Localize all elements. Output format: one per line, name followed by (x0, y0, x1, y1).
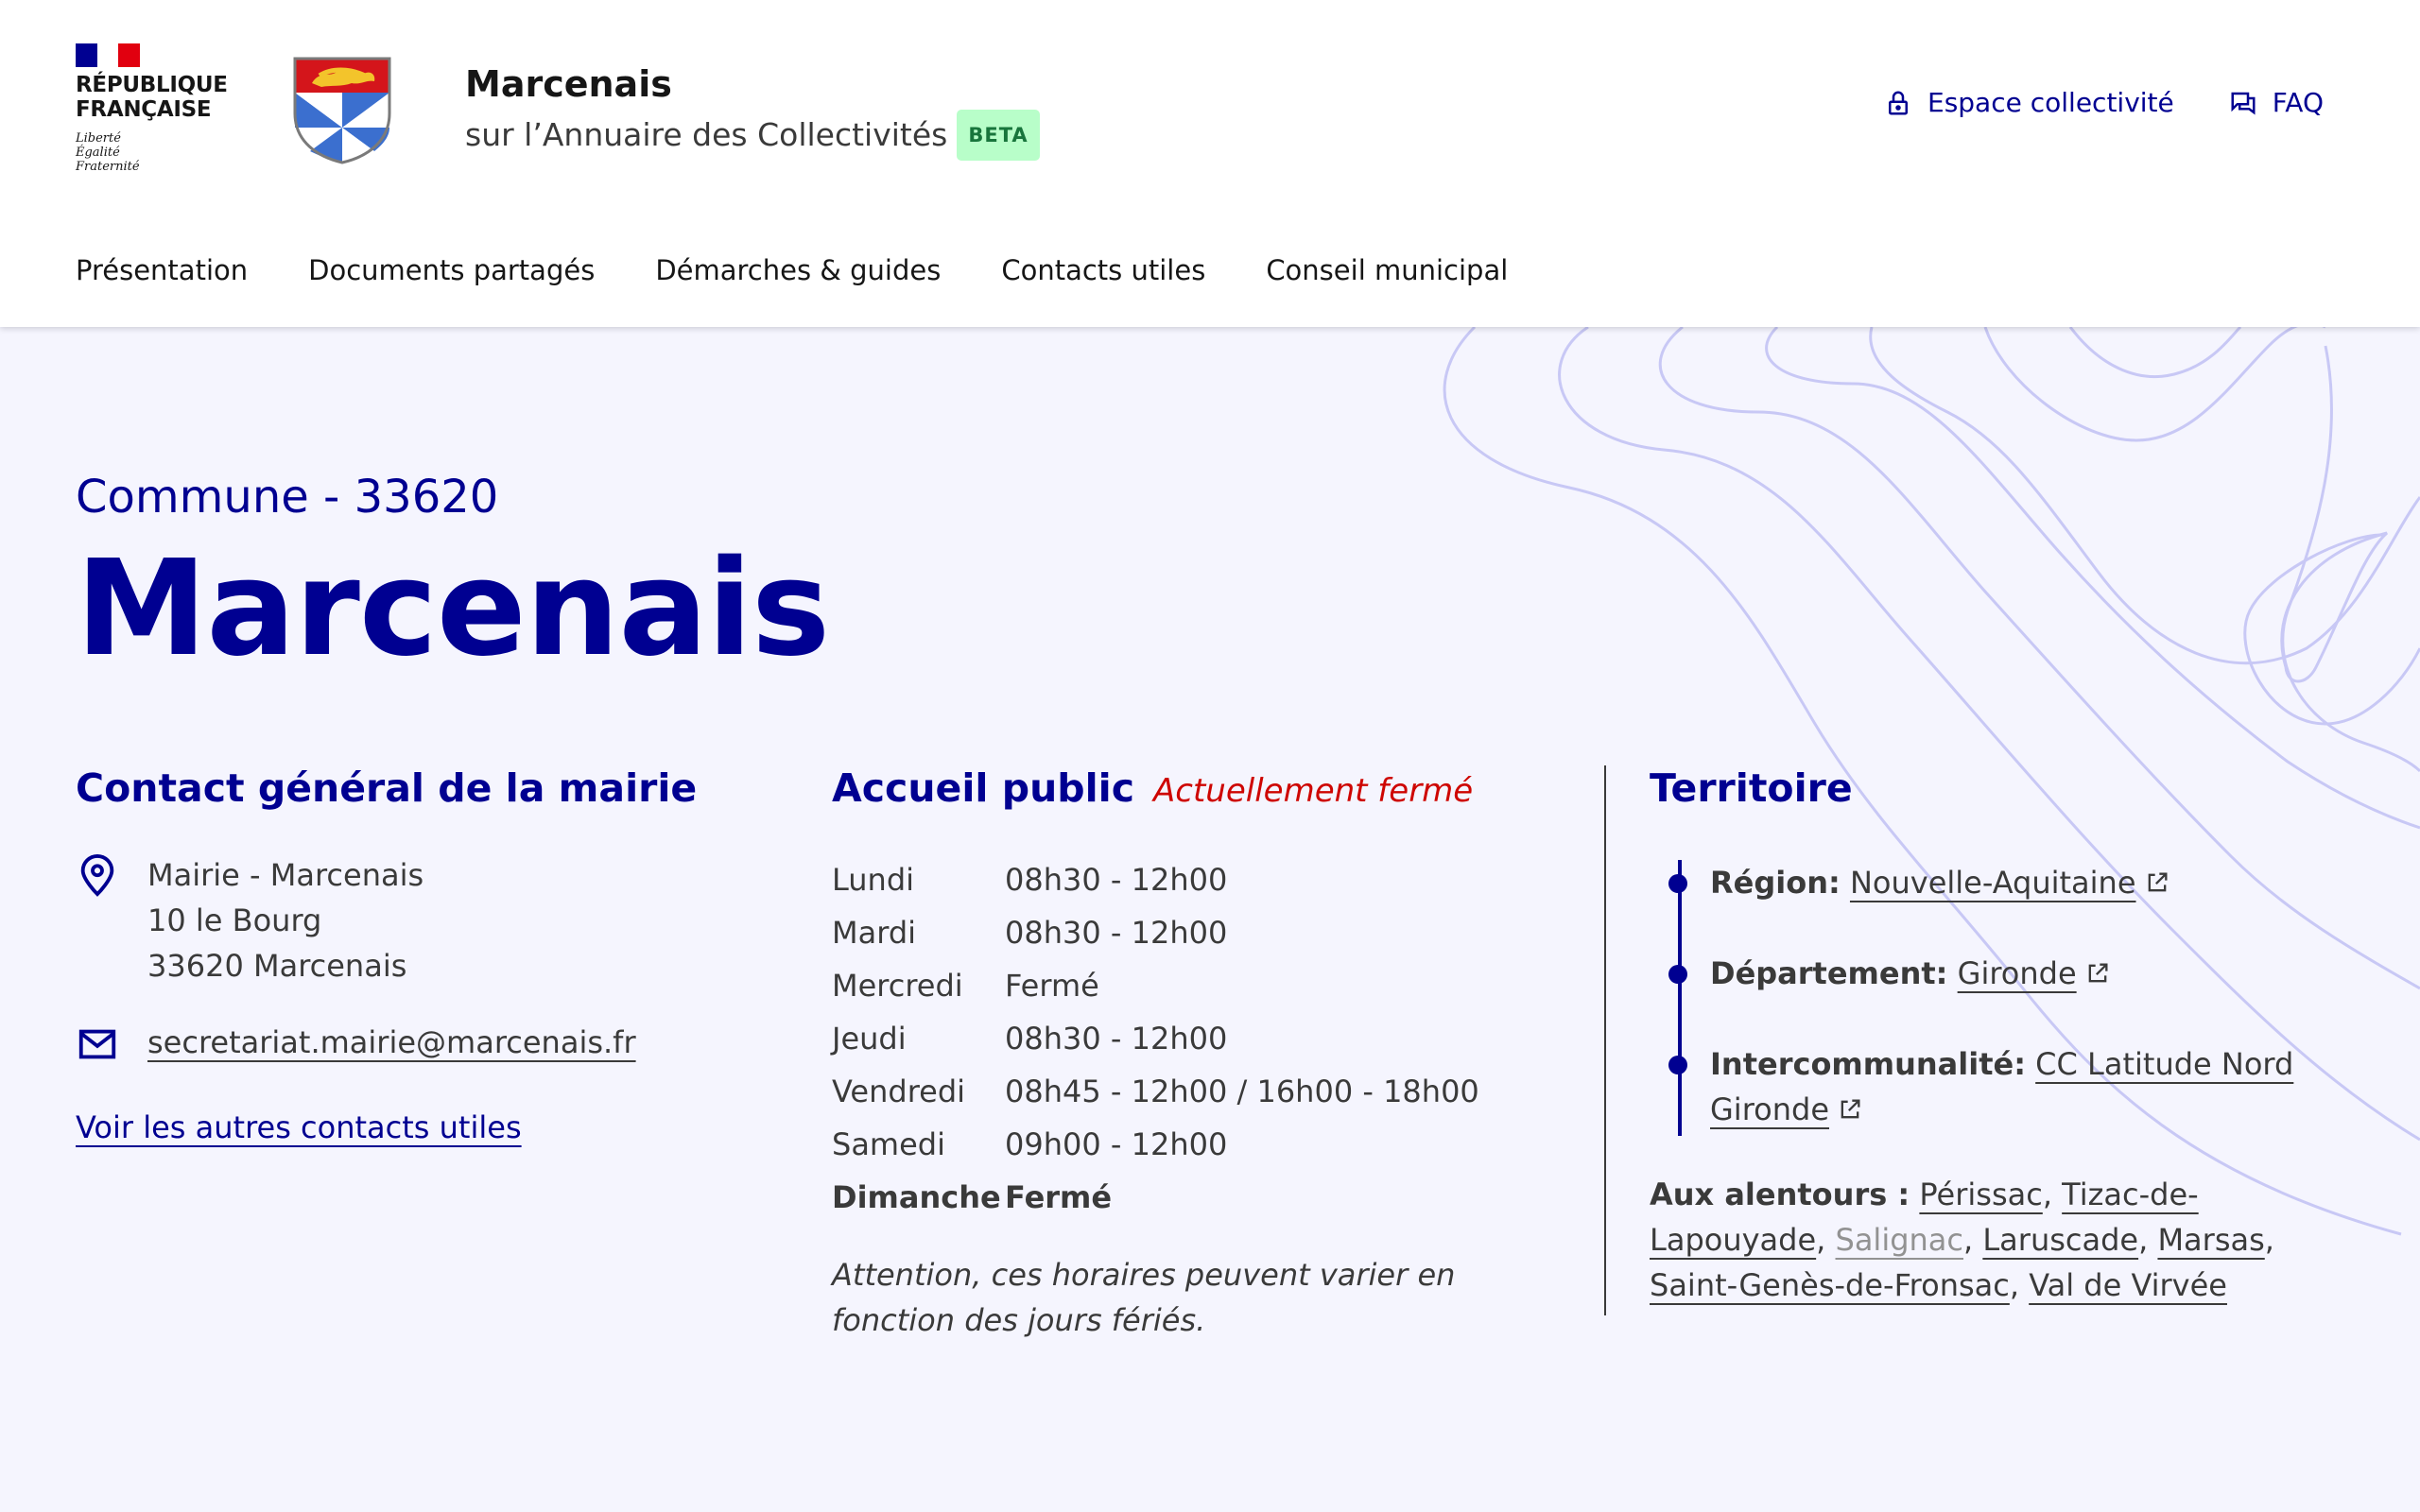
hours-value: 09h00 - 12h00 (1005, 1126, 1228, 1162)
column-divider (1604, 765, 1606, 1315)
hours-day: Dimanche (832, 1179, 1001, 1215)
departement-name: Gironde (1957, 955, 2077, 991)
departement-link[interactable]: Gironde (1958, 955, 2111, 991)
territoire-section: Territoire Région: Nouvelle-Aquitaine Dé… (1650, 762, 2340, 1308)
header-tools: Espace collectivité FAQ (1884, 87, 2324, 118)
chat-icon (2231, 92, 2256, 114)
intercommunalite-label: Intercommunalité: (1710, 1046, 2026, 1082)
email-row: secretariat.mairie@marcenais.fr (76, 1021, 737, 1066)
hours-day: Mercredi (832, 968, 963, 1004)
mairie-address: Mairie - Marcenais 10 le Bourg 33620 Mar… (147, 852, 424, 988)
email-link[interactable]: secretariat.mairie@marcenais.fr (147, 1021, 636, 1066)
region-link[interactable]: Nouvelle-Aquitaine (1850, 865, 2170, 901)
nearby-commune-link[interactable]: Salignac (1836, 1222, 1964, 1258)
address-line: 10 le Bourg (147, 902, 322, 938)
address-line: Mairie - Marcenais (147, 857, 424, 893)
hours-value: Fermé (1005, 1179, 1113, 1215)
accueil-title: Accueil public (832, 765, 1135, 811)
hours-day: Mardi (832, 915, 917, 951)
intercommunalite-item: Intercommunalité: CC Latitude Nord Giron… (1668, 1041, 2340, 1132)
address-line: 33620 Marcenais (147, 948, 407, 984)
french-flag-icon (76, 43, 141, 67)
main-nav: Présentation Documents partagés Démarche… (76, 248, 1568, 293)
mail-icon (78, 1029, 116, 1059)
nearby-commune-link[interactable]: Périssac (1919, 1177, 2042, 1212)
brand[interactable]: Marcenais sur l’Annuaire des Collectivit… (465, 60, 1040, 161)
opening-status: Actuellement fermé (1153, 772, 1474, 810)
nav-item-demarches-guides[interactable]: Démarches & guides (655, 248, 941, 293)
hours-day: Lundi (832, 862, 915, 898)
external-link-icon (2088, 963, 2108, 983)
hours-day: Vendredi (832, 1074, 966, 1109)
hours-day: Jeudi (832, 1021, 907, 1057)
region-item: Région: Nouvelle-Aquitaine (1668, 860, 2340, 905)
nearby-label: Aux alentours : (1650, 1177, 1910, 1212)
faq-link[interactable]: FAQ (2229, 87, 2324, 118)
hours-day: Samedi (832, 1126, 945, 1162)
hours-row-current: Dimanche Fermé (832, 1171, 1588, 1224)
nav-item-conseil-municipal[interactable]: Conseil municipal (1266, 248, 1508, 293)
hours-row: Samedi 09h00 - 12h00 (832, 1118, 1588, 1171)
departement-item: Département: Gironde (1668, 951, 2340, 996)
lock-icon (1889, 91, 1908, 114)
hours-value: Fermé (1005, 968, 1099, 1004)
hours-row: Mardi 08h30 - 12h00 (832, 906, 1588, 959)
nearby-commune-link[interactable]: Marsas (2157, 1222, 2264, 1258)
hours-value: 08h30 - 12h00 (1005, 862, 1228, 898)
external-link-icon (2148, 872, 2168, 892)
espace-collectivite-label: Espace collectivité (1927, 87, 2174, 118)
hours-row: Jeudi 08h30 - 12h00 (832, 1012, 1588, 1065)
territoire-title: Territoire (1650, 765, 1853, 811)
espace-collectivite-link[interactable]: Espace collectivité (1884, 87, 2174, 118)
site-header: RÉPUBLIQUE FRANÇAISE Liberté Égalité Fra… (0, 0, 2420, 327)
other-contacts-link[interactable]: Voir les autres contacts utiles (76, 1109, 737, 1145)
region-label: Région: (1710, 865, 1841, 901)
contact-title: Contact général de la mairie (76, 765, 698, 811)
contact-section: Contact général de la mairie Mairie - Ma… (76, 762, 737, 1145)
nearby-communes: Aux alentours : Périssac, Tizac-de-Lapou… (1650, 1177, 2274, 1303)
hours-value: 08h30 - 12h00 (1005, 1021, 1228, 1057)
opening-hours: Lundi 08h30 - 12h00 Mardi 08h30 - 12h00 Me… (832, 853, 1588, 1224)
hours-row: Mercredi Fermé (832, 959, 1588, 1012)
nearby-commune-link[interactable]: Laruscade (1982, 1222, 2138, 1258)
page-title: Marcenais (76, 532, 830, 686)
external-link-icon (1841, 1099, 1860, 1119)
nearby-commune-link[interactable]: Saint-Genès-de-Fronsac (1650, 1267, 2010, 1303)
hours-value: 08h45 - 12h00 / 16h00 - 18h00 (1005, 1074, 1479, 1109)
brand-subtitle: sur l’Annuaire des Collectivités BETA (465, 110, 1040, 161)
faq-label: FAQ (2272, 87, 2324, 118)
accueil-section: Accueil public Actuellement fermé Lundi 08… (832, 762, 1588, 1343)
nav-item-presentation[interactable]: Présentation (76, 248, 248, 293)
beta-badge: BETA (957, 110, 1040, 161)
nav-item-contacts-utiles[interactable]: Contacts utiles (1001, 248, 1205, 293)
map-pin-icon (80, 854, 114, 897)
brand-subtitle-text: sur l’Annuaire des Collectivités (465, 116, 948, 153)
brand-name: Marcenais (465, 63, 672, 105)
marcenais-coat-of-arms-icon (293, 57, 391, 164)
hours-row: Lundi 08h30 - 12h00 (832, 853, 1588, 906)
hero-kicker: Commune - 33620 (76, 471, 499, 524)
header-top: RÉPUBLIQUE FRANÇAISE Liberté Égalité Fra… (0, 0, 2420, 217)
holidays-note: Attention, ces horaires peuvent varier e… (832, 1257, 1456, 1338)
hours-value: 08h30 - 12h00 (1005, 915, 1228, 951)
nav-item-documents-partages[interactable]: Documents partagés (308, 248, 595, 293)
nearby-commune-link[interactable]: Val de Virvée (2029, 1267, 2227, 1303)
rf-logo-title: RÉPUBLIQUE FRANÇAISE (76, 73, 228, 122)
region-name: Nouvelle-Aquitaine (1849, 865, 2136, 901)
rf-motto: Liberté Égalité Fraternité (76, 131, 140, 174)
territory-timeline: Région: Nouvelle-Aquitaine Département: … (1668, 860, 2340, 1136)
timeline-line (1678, 860, 1682, 1136)
accueil-title-row: Accueil public Actuellement fermé (832, 762, 1588, 817)
address-row: Mairie - Marcenais 10 le Bourg 33620 Mar… (76, 852, 737, 988)
republique-francaise-logo[interactable]: RÉPUBLIQUE FRANÇAISE Liberté Égalité Fra… (76, 43, 236, 174)
departement-label: Département: (1710, 955, 1948, 991)
hours-row: Vendredi 08h45 - 12h00 / 16h00 - 18h00 (832, 1065, 1588, 1118)
